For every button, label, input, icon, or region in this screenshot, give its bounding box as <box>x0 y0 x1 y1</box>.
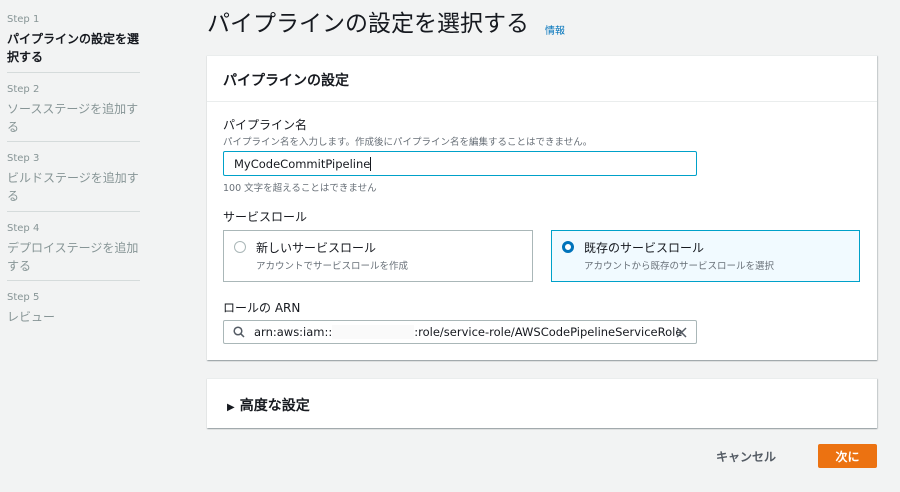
info-link[interactable]: 情報 <box>545 22 565 37</box>
divider <box>7 211 140 212</box>
sidebar-step-1[interactable]: Step 1 パイプラインの設定を選択する <box>7 13 140 66</box>
search-icon <box>233 326 245 338</box>
redacted-account-id <box>332 325 415 339</box>
next-button[interactable]: 次に <box>818 444 877 468</box>
divider <box>7 72 140 73</box>
pipeline-settings-panel: パイプラインの設定 パイプライン名 パイプライン名を入力します。作成後にパイプラ… <box>207 55 877 360</box>
radio-button[interactable] <box>234 241 246 253</box>
sidebar-step-3: Step 3 ビルドステージを追加する <box>7 153 139 203</box>
existing-service-role-option[interactable]: 既存のサービスロール アカウントから既存のサービスロールを選択 <box>551 230 860 282</box>
pipeline-name-hint: 100 文字を超えることはできません <box>223 183 377 194</box>
service-role-label: サービスロール <box>223 210 308 224</box>
divider <box>7 141 140 142</box>
sidebar-step-2: Step 2 ソースステージを追加する <box>7 84 139 134</box>
pipeline-name-label: パイプライン名 <box>223 118 308 132</box>
caret-right-icon: ▶ <box>227 402 235 413</box>
panel-title: パイプラインの設定 <box>207 56 877 102</box>
role-arn-label: ロールの ARN <box>223 301 301 315</box>
radio-button-selected[interactable] <box>562 241 574 253</box>
sidebar-step-5: Step 5 レビュー <box>7 292 56 324</box>
role-arn-input[interactable]: arn:aws:iam:: :role/service-role/AWSCode… <box>223 320 697 344</box>
cancel-button[interactable]: キャンセル <box>706 444 786 468</box>
page-title: パイプラインの設定を選択する <box>207 11 529 37</box>
pipeline-name-input[interactable]: MyCodeCommitPipeline <box>223 151 697 176</box>
pipeline-name-description: パイプライン名を入力します。作成後にパイプライン名を編集することはできません。 <box>223 137 593 148</box>
new-service-role-option[interactable]: 新しいサービスロール アカウントでサービスロールを作成 <box>223 230 533 282</box>
advanced-settings-expander[interactable]: ▶ 高度な設定 <box>207 378 877 428</box>
clear-icon[interactable] <box>676 326 687 338</box>
divider <box>7 280 140 281</box>
sidebar-step-4: Step 4 デプロイステージを追加する <box>7 223 139 273</box>
